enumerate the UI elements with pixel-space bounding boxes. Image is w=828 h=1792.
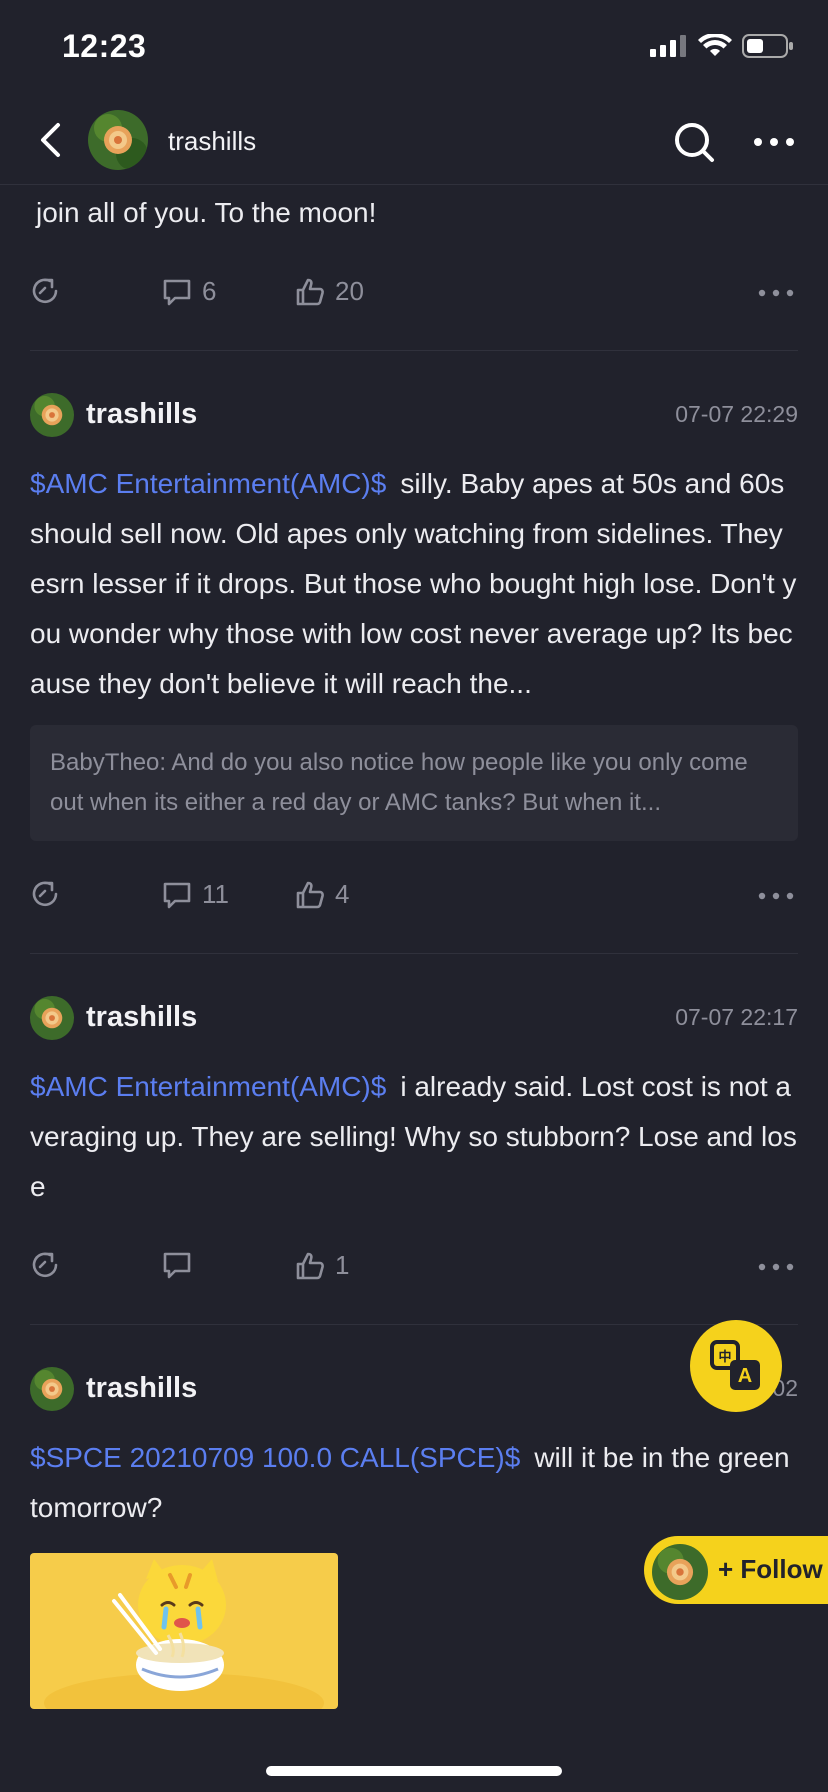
translate-button[interactable]: A 中 <box>690 1320 782 1412</box>
like-icon <box>296 1252 324 1279</box>
comment-count: 6 <box>202 276 217 306</box>
battery-icon <box>742 34 793 58</box>
more-icon <box>758 1263 794 1271</box>
like-button[interactable]: 4 <box>295 879 349 910</box>
post-time: 07-07 22:17 <box>675 1004 798 1030</box>
post-image[interactable] <box>30 1553 338 1709</box>
post-author[interactable]: trashills <box>86 1372 197 1405</box>
status-icons <box>650 34 794 58</box>
comment-button[interactable] <box>162 1250 202 1280</box>
more-icon <box>754 138 794 146</box>
post-actions: 11 4 <box>30 841 798 953</box>
status-bar: 12:23 <box>0 0 828 100</box>
post-header: trashills 07-07 22:29 <box>30 393 798 451</box>
share-icon <box>32 1252 58 1278</box>
more-icon <box>758 289 794 297</box>
post-header: trashills 07-07 22:17 <box>30 996 798 1054</box>
share-button[interactable] <box>30 879 60 909</box>
share-button[interactable] <box>30 276 60 306</box>
comment-button[interactable]: 6 <box>162 276 216 307</box>
page-title: trashills <box>168 126 257 156</box>
search-button[interactable] <box>672 120 716 164</box>
share-icon <box>32 278 58 304</box>
post-more-button[interactable] <box>758 288 794 298</box>
like-icon <box>296 278 324 305</box>
avatar[interactable] <box>88 110 148 170</box>
post-author[interactable]: trashills <box>86 1001 197 1034</box>
post-card[interactable]: trashills 07-07 22:29 $AMC Entertainment… <box>30 393 798 954</box>
svg-text:中: 中 <box>718 1349 731 1365</box>
post-body: silly. Baby apes at 50s and 60s should s… <box>30 468 797 699</box>
nav-bar: trashills <box>0 100 828 185</box>
svg-text:A: A <box>738 1365 752 1387</box>
like-count: 4 <box>335 879 350 909</box>
avatar[interactable] <box>30 393 74 437</box>
home-indicator <box>266 1766 562 1776</box>
avatar <box>650 1542 710 1602</box>
more-options-button[interactable] <box>750 122 798 162</box>
post-fragment: join all of you. To the moon! 6 20 <box>30 188 798 351</box>
back-icon <box>41 123 60 157</box>
avatar-image <box>30 996 74 1040</box>
comment-icon <box>163 882 191 908</box>
post-author[interactable]: trashills <box>86 398 197 431</box>
post-text: $AMC Entertainment(AMC)$ silly. Baby apes… <box>30 459 798 709</box>
avatar-image <box>30 393 74 437</box>
post-card[interactable]: trashills 07-07 22:17 $AMC Entertainment… <box>30 996 798 1325</box>
post-text: join all of you. To the moon! <box>36 197 377 228</box>
like-count: 20 <box>335 276 364 306</box>
comment-count: 11 <box>202 879 229 909</box>
avatar[interactable] <box>30 996 74 1040</box>
avatar-image <box>88 110 148 170</box>
post-more-button[interactable] <box>758 1262 794 1272</box>
status-time: 12:23 <box>62 28 147 64</box>
crying-tiger-sticker <box>30 1553 338 1709</box>
post-more-button[interactable] <box>758 891 794 901</box>
post-actions: 1 <box>30 1212 798 1324</box>
translate-icon: A 中 <box>710 1340 760 1390</box>
comment-icon <box>163 279 191 305</box>
back-button[interactable] <box>30 118 70 162</box>
avatar-image <box>30 1367 74 1411</box>
wifi-icon <box>698 34 732 56</box>
share-button[interactable] <box>30 1250 60 1280</box>
ticker-link[interactable]: $SPCE 20210709 100.0 CALL(SPCE)$ <box>30 1442 520 1473</box>
post-text: $AMC Entertainment(AMC)$ i already said. … <box>30 1062 798 1212</box>
post-feed: join all of you. To the moon! 6 20 trash… <box>0 184 828 1709</box>
ticker-link[interactable]: $AMC Entertainment(AMC)$ <box>30 1071 386 1102</box>
follow-button[interactable]: + Follow <box>644 1536 828 1604</box>
share-icon <box>32 881 58 907</box>
like-button[interactable]: 1 <box>295 1250 349 1281</box>
like-button[interactable]: 20 <box>295 276 364 307</box>
like-icon <box>296 881 324 908</box>
post-header: trashills 07-02 <box>30 1367 798 1425</box>
avatar[interactable] <box>30 1367 74 1411</box>
comment-icon <box>163 1252 191 1279</box>
post-actions: 6 20 <box>30 238 798 350</box>
follow-label: + Follow <box>718 1554 823 1584</box>
ticker-link[interactable]: $AMC Entertainment(AMC)$ <box>30 468 386 499</box>
more-icon <box>758 892 794 900</box>
signal-icon <box>650 35 686 57</box>
search-icon <box>675 123 714 162</box>
quoted-reply[interactable]: BabyTheo: And do you also notice how peo… <box>30 725 798 841</box>
comment-button[interactable]: 11 <box>162 879 229 910</box>
like-count: 1 <box>335 1250 350 1280</box>
avatar-image <box>652 1544 708 1600</box>
post-text: $SPCE 20210709 100.0 CALL(SPCE)$ will it … <box>30 1433 798 1533</box>
post-time: 07-07 22:29 <box>675 401 798 427</box>
